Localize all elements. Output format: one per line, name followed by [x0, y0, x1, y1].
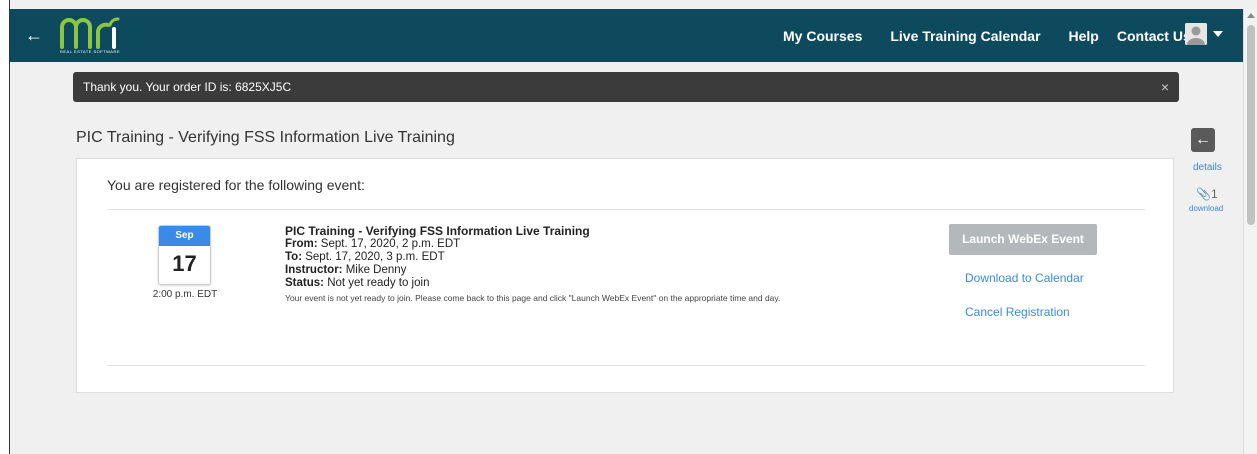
- registration-panel: You are registered for the following eve…: [76, 158, 1174, 393]
- download-to-calendar-link[interactable]: Download to Calendar: [965, 271, 1084, 285]
- to-value: Sept. 17, 2020, 3 p.m. EDT: [305, 251, 445, 263]
- cancel-registration-link[interactable]: Cancel Registration: [965, 305, 1070, 319]
- nav-contact-us[interactable]: Contact Us: [1117, 28, 1191, 44]
- main-nav: My Courses Live Training Calendar Help C…: [783, 9, 1219, 62]
- calendar-day: 17: [172, 251, 197, 276]
- calendar-time: 2:00 p.m. EDT: [152, 289, 218, 300]
- window-frame-left: [0, 0, 10, 454]
- from-value: Sept. 17, 2020, 2 p.m. EDT: [320, 238, 461, 250]
- download-link[interactable]: download: [1189, 204, 1223, 213]
- event-status: Status: Not yet ready to join: [285, 277, 925, 290]
- status-value: Not yet ready to join: [327, 277, 430, 289]
- calendar-month: Sep: [159, 226, 210, 246]
- calendar-date-badge: Sep 17: [158, 225, 211, 285]
- event-instructor: Instructor: Mike Denny: [285, 264, 925, 277]
- divider: [107, 365, 1145, 366]
- scroll-up-arrow-icon[interactable]: [1247, 13, 1255, 18]
- panel-heading: You are registered for the following eve…: [107, 177, 365, 193]
- launch-webex-button[interactable]: Launch WebEx Event: [949, 224, 1097, 255]
- nav-help[interactable]: Help: [1069, 28, 1099, 44]
- to-label: To:: [285, 251, 303, 263]
- attachment-count[interactable]: 📎1: [1196, 187, 1218, 201]
- logo-subtext: REAL ESTATE SOFTWARE: [60, 49, 121, 54]
- user-avatar-icon[interactable]: [1185, 23, 1207, 45]
- from-label: From:: [285, 238, 318, 250]
- status-label: Status:: [285, 277, 324, 289]
- instructor-value: Mike Denny: [345, 264, 407, 276]
- page-title: PIC Training - Verifying FSS Information…: [76, 129, 455, 146]
- order-confirmation-toast: Thank you. Your order ID is: 6825XJ5C ×: [73, 72, 1179, 102]
- paperclip-icon: 📎: [1196, 187, 1211, 201]
- event-title: PIC Training - Verifying FSS Information…: [285, 224, 590, 238]
- event-details: PIC Training - Verifying FSS Information…: [285, 225, 925, 305]
- back-arrow-icon[interactable]: ←: [1191, 128, 1215, 152]
- top-navigation-bar: ← REAL ESTATE SOFTWARE My Courses Live T…: [10, 9, 1243, 62]
- vertical-scrollbar[interactable]: [1243, 9, 1257, 454]
- divider: [107, 209, 1145, 210]
- scrollbar-thumb[interactable]: [1247, 25, 1255, 225]
- back-arrow-icon[interactable]: ←: [24, 25, 44, 45]
- event-to: To: Sept. 17, 2020, 3 p.m. EDT: [285, 251, 925, 264]
- details-link[interactable]: details: [1193, 162, 1222, 173]
- chevron-down-icon[interactable]: [1213, 31, 1223, 37]
- event-note: Your event is not yet ready to join. Ple…: [285, 293, 781, 303]
- event-from: From: Sept. 17, 2020, 2 p.m. EDT: [285, 238, 925, 251]
- instructor-label: Instructor:: [285, 264, 343, 276]
- nav-live-training-calendar[interactable]: Live Training Calendar: [890, 28, 1040, 44]
- nav-my-courses[interactable]: My Courses: [783, 28, 862, 44]
- toast-message: Thank you. Your order ID is: 6825XJ5C: [83, 80, 292, 94]
- close-icon[interactable]: ×: [1161, 72, 1169, 102]
- attachment-count-value: 1: [1210, 187, 1218, 201]
